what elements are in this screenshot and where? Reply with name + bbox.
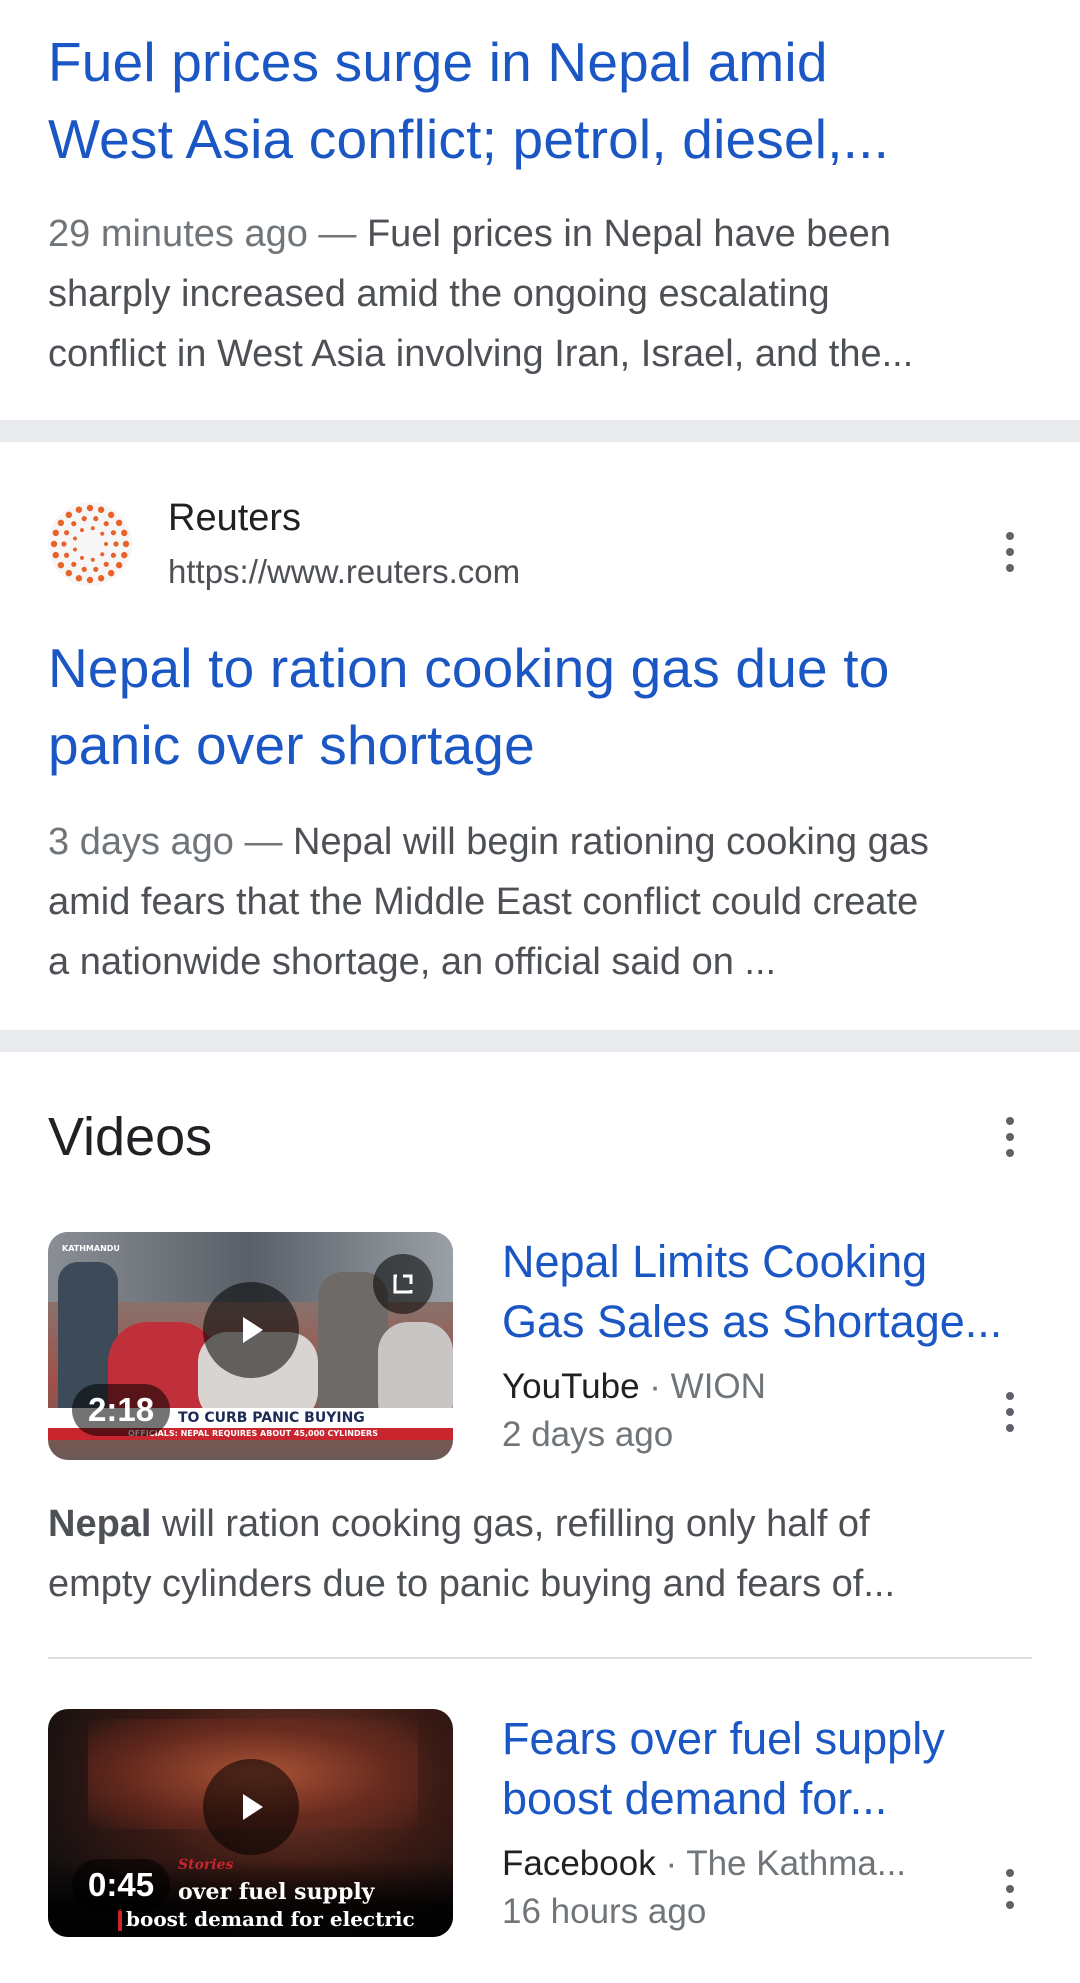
section-divider bbox=[0, 1030, 1080, 1052]
video-date: 16 hours ago bbox=[502, 1892, 707, 1931]
site-name: Reuters bbox=[168, 497, 302, 539]
snippet-text: Fuel prices in Nepal have been bbox=[366, 213, 891, 255]
thumb-caption-line: over fuel supply bbox=[178, 1879, 375, 1905]
more-options-icon[interactable] bbox=[990, 1382, 1030, 1442]
video-title-link[interactable]: Nepal Limits Cooking Gas Sales as Shorta… bbox=[502, 1232, 1022, 1352]
video-date: 2 days ago bbox=[502, 1415, 674, 1454]
snippet-text: a nationwide shortage, an official said … bbox=[48, 941, 777, 983]
more-options-icon[interactable] bbox=[990, 522, 1030, 582]
video-duration: 2:18 bbox=[72, 1384, 171, 1436]
expand-icon[interactable] bbox=[373, 1254, 433, 1314]
snippet-text: Nepal will begin rationing cooking gas bbox=[293, 821, 929, 863]
video-channel: WION bbox=[670, 1367, 766, 1406]
video-desc-text: will ration cooking gas, refilling only … bbox=[151, 1503, 870, 1545]
video-thumbnail[interactable]: KATHMANDU TO CURB PANIC BUYING OFFICIALS… bbox=[48, 1232, 453, 1460]
video-dot: · bbox=[655, 1844, 687, 1883]
play-icon[interactable] bbox=[203, 1282, 299, 1378]
more-options-icon[interactable] bbox=[990, 1107, 1030, 1167]
video-duration: 0:45 bbox=[72, 1859, 171, 1911]
videos-section: Videos KATHMANDU TO CURB PANIC BUYING OF… bbox=[0, 1052, 1080, 1983]
result-time: 29 minutes ago bbox=[48, 213, 308, 255]
video-title-line: boost demand for... bbox=[502, 1773, 888, 1824]
search-result-reuters: Reuters https://www.reuters.com Nepal to… bbox=[0, 442, 1080, 1030]
result-title-line: panic over shortage bbox=[48, 714, 535, 776]
result-title-link[interactable]: Nepal to ration cooking gas due to panic… bbox=[48, 630, 1028, 784]
result-title-line: West Asia conflict; petrol, diesel,... bbox=[48, 108, 890, 170]
snippet-text: amid fears that the Middle East conflict… bbox=[48, 881, 919, 923]
thumb-banner-text: TO CURB PANIC BUYING bbox=[178, 1410, 365, 1426]
video-source: YouTube · WION bbox=[502, 1364, 766, 1410]
result-title-line: Nepal to ration cooking gas due to bbox=[48, 637, 890, 699]
video-thumbnail[interactable]: Stories over fuel supply boost demand fo… bbox=[48, 1709, 453, 1937]
video-source: Facebook · The Kathma... bbox=[502, 1841, 906, 1887]
search-result-fuel-prices: Fuel prices surge in Nepal amid West Asi… bbox=[0, 0, 1080, 375]
video-desc-bold: Nepal bbox=[48, 1503, 152, 1545]
video-description: Nepal will ration cooking gas, refilling… bbox=[48, 1494, 1038, 1614]
result-snippet: 29 minutes ago — Fuel prices in Nepal ha… bbox=[48, 204, 1038, 384]
item-divider bbox=[48, 1657, 1032, 1659]
thumb-subbanner-text: OFFICIALS: NEPAL REQUIRES ABOUT 45,000 C… bbox=[128, 1429, 378, 1438]
video-channel: The Kathma... bbox=[686, 1844, 907, 1883]
thumb-caption-line: boost demand for electric bbox=[126, 1907, 415, 1931]
video-platform: Facebook bbox=[502, 1844, 656, 1883]
video-title-line: Fears over fuel supply bbox=[502, 1713, 945, 1764]
result-separator: — bbox=[307, 213, 367, 255]
play-icon[interactable] bbox=[203, 1759, 299, 1855]
site-url[interactable]: https://www.reuters.com bbox=[168, 550, 520, 594]
thumb-caption-bar bbox=[118, 1909, 122, 1931]
video-title-link[interactable]: Fears over fuel supply boost demand for.… bbox=[502, 1709, 1022, 1829]
result-separator: — bbox=[233, 821, 294, 863]
result-title-link[interactable]: Fuel prices surge in Nepal amid West Asi… bbox=[48, 24, 1028, 178]
snippet-text: sharply increased amid the ongoing escal… bbox=[48, 273, 830, 315]
video-dot: · bbox=[639, 1367, 671, 1406]
more-options-icon[interactable] bbox=[990, 1859, 1030, 1919]
section-heading: Videos bbox=[48, 1107, 213, 1167]
thumb-tag: Stories bbox=[178, 1857, 234, 1873]
result-time: 3 days ago bbox=[48, 821, 234, 863]
video-title-line: Gas Sales as Shortage... bbox=[502, 1296, 1003, 1347]
video-desc-text: empty cylinders due to panic buying and … bbox=[48, 1563, 896, 1605]
result-snippet: 3 days ago — Nepal will begin rationing … bbox=[48, 812, 1038, 992]
thumb-corner-label: KATHMANDU bbox=[62, 1244, 120, 1253]
snippet-text: conflict in West Asia involving Iran, Is… bbox=[48, 333, 914, 375]
result-title-line: Fuel prices surge in Nepal amid bbox=[48, 31, 828, 93]
reuters-logo-icon bbox=[48, 502, 132, 586]
section-divider bbox=[0, 420, 1080, 442]
video-title-line: Nepal Limits Cooking bbox=[502, 1236, 928, 1287]
video-platform: YouTube bbox=[502, 1367, 640, 1406]
